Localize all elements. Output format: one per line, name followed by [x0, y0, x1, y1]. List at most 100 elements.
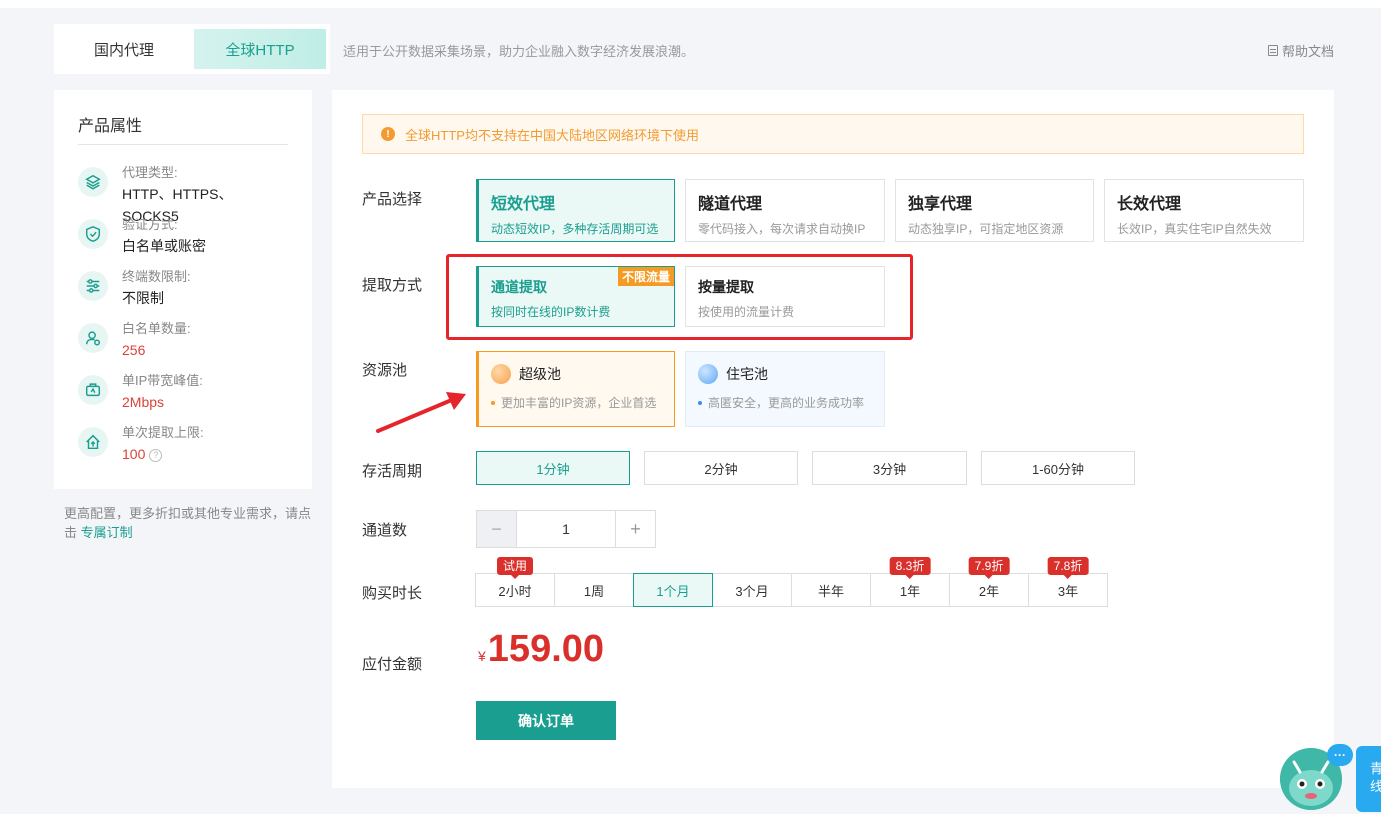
duration-label: 1个月 — [656, 583, 690, 599]
duration-option-1w[interactable]: 1周 — [554, 573, 634, 607]
order-form-card: ! 全球HTTP均不支持在中国大陆地区网络环境下使用 产品选择 短效代理 动态短… — [332, 90, 1334, 788]
chat-bubble[interactable]: ··· — [1327, 744, 1353, 766]
duration-label: 2年 — [978, 583, 1000, 599]
option-desc: 按使用的流量计费 — [698, 305, 795, 319]
duration-option-3m[interactable]: 3个月 — [712, 573, 792, 607]
header-description: 适用于公开数据采集场景，助力企业融入数字经济发展浪潮。 — [343, 44, 695, 59]
duration-option-2y[interactable]: 2年 7.9折 — [949, 557, 1029, 607]
duration-label: 3个月 — [735, 583, 769, 599]
product-attributes-card: 产品属性 代理类型: HTTP、HTTPS、SOCKS5 验证方式: 白名单或账… — [54, 90, 312, 489]
duration-label: 3年 — [1057, 583, 1079, 599]
attr-label: 验证方式: — [122, 217, 178, 232]
duration-option-1y[interactable]: 1年 8.3折 — [870, 557, 950, 607]
label-pool: 资源池 — [362, 362, 408, 379]
bullet-dot — [698, 400, 702, 405]
warning-icon: ! — [381, 127, 395, 141]
custom-note: 更高配置，更多折扣或其他专业需求，请点击 专属订制 — [64, 504, 314, 542]
currency-symbol: ¥ — [478, 648, 486, 664]
duration-label: 1周 — [583, 583, 605, 599]
help-docs-label: 帮助文档 — [1281, 44, 1334, 59]
attr-label: 单IP带宽峰值: — [122, 373, 203, 388]
pool-option-residential[interactable]: 住宅池 高匿安全，更高的业务成功率 — [685, 351, 885, 427]
attr-value-wrap: 100? — [122, 443, 204, 465]
attr-extract-limit: 单次提取上限: 100? — [78, 423, 288, 475]
price-amount: 159.00 — [487, 628, 605, 670]
custom-order-link[interactable]: 专属订制 — [81, 525, 133, 540]
label-extract: 提取方式 — [362, 277, 423, 294]
question-icon[interactable]: ? — [149, 448, 163, 462]
label-ttl: 存活周期 — [362, 463, 423, 480]
product-option-exclusive[interactable]: 独享代理 动态独享IP，可指定地区资源 — [895, 179, 1094, 242]
option-desc: 按同时在线的IP数计费 — [491, 305, 611, 319]
attr-label: 单次提取上限: — [122, 425, 204, 440]
pool-option-super[interactable]: 超级池 更加丰富的IP资源，企业首选 — [476, 351, 675, 427]
product-option-tunnel[interactable]: 隧道代理 零代码接入，每次请求自动换IP — [685, 179, 885, 242]
increment-button[interactable]: + — [615, 511, 655, 547]
duration-label: 1年 — [899, 583, 921, 599]
duration-option-1m[interactable]: 1个月 — [633, 573, 713, 607]
pool-title: 住宅池 — [726, 366, 768, 382]
upload-home-icon — [78, 427, 108, 457]
tab-global-http[interactable]: 全球HTTP — [194, 29, 326, 69]
sliders-icon — [78, 271, 108, 301]
side-tab-text: 青 线 — [1370, 761, 1381, 794]
attr-proxy-type: 代理类型: HTTP、HTTPS、SOCKS5 — [78, 163, 288, 224]
attr-bandwidth: 单IP带宽峰值: 2Mbps — [78, 371, 288, 423]
attr-label: 代理类型: — [122, 165, 178, 180]
online-service-tab[interactable]: 青 线 — [1356, 746, 1381, 812]
document-icon — [1267, 45, 1278, 56]
attributes-title: 产品属性 — [78, 112, 288, 145]
attr-value: 100 — [122, 446, 146, 462]
attr-terminal-limit: 终端数限制: 不限制 — [78, 267, 288, 319]
duration-option-3y[interactable]: 3年 7.8折 — [1028, 557, 1108, 607]
option-desc: 动态短效IP，多种存活周期可选 — [491, 222, 659, 236]
ttl-option-1min[interactable]: 1分钟 — [476, 451, 630, 485]
warning-banner: ! 全球HTTP均不支持在中国大陆地区网络环境下使用 — [362, 114, 1304, 154]
ttl-option-2min[interactable]: 2分钟 — [644, 451, 798, 485]
product-tabs: 国内代理 全球HTTP — [54, 24, 330, 74]
duration-label: 2小时 — [498, 583, 532, 599]
channel-stepper: − 1 + — [476, 510, 656, 548]
help-docs-link[interactable]: 帮助文档 — [1267, 41, 1334, 60]
product-option-short[interactable]: 短效代理 动态短效IP，多种存活周期可选 — [476, 179, 675, 242]
extract-option-channel[interactable]: 通道提取 按同时在线的IP数计费 不限流量 — [476, 266, 675, 327]
tab-domestic-proxy[interactable]: 国内代理 — [58, 29, 190, 69]
option-title: 独享代理 — [908, 196, 973, 213]
attr-value: 256 — [122, 342, 146, 358]
price-display: ¥ 159.00 — [478, 628, 604, 671]
attr-value: 不限制 — [122, 290, 164, 306]
attr-value: 白名单或账密 — [122, 238, 206, 254]
option-title: 按量提取 — [698, 279, 754, 295]
user-list-icon — [78, 323, 108, 353]
bandwidth-icon — [78, 375, 108, 405]
attr-value: 2Mbps — [122, 394, 165, 410]
product-option-long[interactable]: 长效代理 长效IP，真实住宅IP自然失效 — [1104, 179, 1304, 242]
attr-whitelist-count: 白名单数量: 256 — [78, 319, 288, 371]
duration-option-2h[interactable]: 2小时 试用 — [475, 557, 555, 607]
option-desc: 长效IP，真实住宅IP自然失效 — [1117, 222, 1272, 236]
duration-option-half-year[interactable]: 半年 — [791, 573, 871, 607]
discount-badge: 8.3折 — [889, 557, 931, 579]
layers-icon — [78, 167, 108, 197]
label-amount: 应付金额 — [362, 656, 423, 673]
option-desc: 零代码接入，每次请求自动换IP — [698, 222, 866, 236]
residential-pool-icon — [698, 364, 718, 384]
label-duration: 购买时长 — [362, 585, 423, 602]
label-product: 产品选择 — [362, 191, 423, 208]
pool-desc: 更加丰富的IP资源，企业首选 — [501, 396, 657, 410]
shield-check-icon — [78, 219, 108, 249]
decrement-button[interactable]: − — [477, 511, 517, 547]
channel-count-input[interactable]: 1 — [517, 511, 615, 547]
discount-badge: 7.9折 — [968, 557, 1010, 579]
duration-label: 半年 — [817, 583, 844, 599]
super-pool-icon — [491, 364, 511, 384]
option-title: 短效代理 — [491, 196, 556, 213]
attr-label: 终端数限制: — [122, 269, 191, 284]
extract-option-traffic[interactable]: 按量提取 按使用的流量计费 — [685, 266, 885, 327]
discount-badge: 7.8折 — [1047, 557, 1089, 579]
option-title: 隧道代理 — [698, 196, 763, 213]
ttl-option-3min[interactable]: 3分钟 — [812, 451, 967, 485]
top-strip — [0, 0, 1381, 8]
confirm-order-button[interactable]: 确认订单 — [476, 701, 616, 740]
ttl-option-1-60min[interactable]: 1-60分钟 — [981, 451, 1135, 485]
